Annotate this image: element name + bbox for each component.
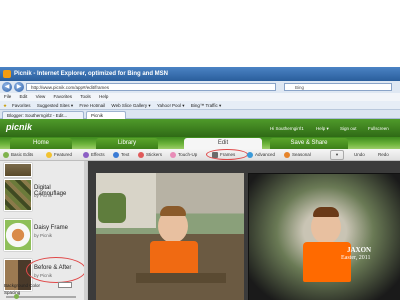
favorites-button[interactable]: Favorites [12,103,31,108]
shrub [98,193,126,223]
window-titlebar: Picnik - Internet Explorer, optimized fo… [0,67,400,81]
basic-edits-icon [3,151,9,158]
tool-touch-up[interactable]: Touch-Up [170,150,197,160]
child-hair [313,207,339,217]
tab-picnik[interactable]: Picnik [86,111,126,119]
after-caption-name: JAXON [347,246,372,254]
menu-favorites[interactable]: Favorites [54,94,73,99]
frame-author: by Picnik [34,193,53,198]
frame-thumbnail [4,163,32,177]
back-button[interactable]: ◀ [2,82,12,92]
tab-edit[interactable]: Edit [184,138,262,149]
favorites-bar: ★ Favorites Suggested Sites ▾ Free Hotmai… [0,101,400,110]
list-item[interactable]: Digital Camouflage by Picnik [4,179,84,215]
browser-window: Picnik - Internet Explorer, optimized fo… [0,67,400,300]
help-menu[interactable]: Help ▾ [316,126,329,132]
tool-featured[interactable]: Featured [46,150,72,160]
edit-toolbar: Basic Edits Featured Effects Text Sticke… [0,149,400,161]
tab-library[interactable]: Library [96,138,158,149]
panel-scrollbar[interactable] [84,161,87,300]
menu-tools[interactable]: Tools [80,94,91,99]
child-hair [160,206,186,216]
effects-icon [83,151,89,158]
stickers-icon [138,151,144,158]
chevron-down-icon: ▾ [335,152,339,157]
frame-author: by Picnik [34,233,53,238]
tool-stickers[interactable]: Stickers [138,150,162,160]
frame-thumbnail [4,219,32,251]
undo-button[interactable]: Undo [354,150,365,160]
menu-bar: File Edit View Favorites Tools Help [0,93,400,101]
fav-yahoo-pool[interactable]: Yahoo! Pool ▾ [157,103,185,108]
search-box[interactable]: Bing [284,83,392,91]
fav-suggested-sites[interactable]: Suggested Sites ▾ [37,103,73,108]
star-icon: ★ [3,103,8,108]
address-bar[interactable]: http://www.picnik.com/app#/edit/frames [26,83,276,91]
fav-free-hotmail[interactable]: Free Hotmail [79,103,105,108]
forward-button[interactable]: ▶ [14,82,24,92]
tab-save-share[interactable]: Save & Share [270,138,348,149]
before-photo[interactable] [96,173,244,300]
tab-blogger[interactable]: Blogger: Southerngirl2 - Edit... [2,111,84,119]
tool-text[interactable]: Text [113,150,129,160]
after-photo[interactable]: JAXON Easter, 2011 [248,173,400,300]
advanced-icon [247,151,253,158]
wagon [136,273,226,283]
redo-button[interactable]: Redo [378,150,389,160]
picnik-app-icon [3,70,11,78]
frame-thumbnail [4,179,32,211]
tool-advanced[interactable]: Advanced [247,150,275,160]
after-caption-date: Easter, 2011 [341,255,371,261]
tool-seasonal[interactable]: Seasonal [284,150,311,160]
frames-annotation-circle [206,149,248,160]
list-item[interactable] [4,163,84,177]
before-after-annotation-circle [26,257,86,283]
frame-name: Daisy Frame [34,225,69,231]
background-color-label: Background Color [4,283,41,288]
tab-home[interactable]: Home [10,138,72,149]
fullscreen-link[interactable]: Fullscreen [368,126,389,131]
spacing-slider-handle[interactable] [14,294,19,299]
featured-icon [46,151,52,158]
list-item[interactable]: Daisy Frame by Picnik [4,219,84,255]
browser-tab-row: Blogger: Southerngirl2 - Edit... Picnik [0,110,400,119]
touch-up-icon [170,151,176,158]
picnik-logo: picnik [6,122,33,132]
picnik-header: picnik Hi Southerngirrl1 Help ▾ Sign out… [0,119,400,137]
fav-web-slice-gallery[interactable]: Web Slice Gallery ▾ [111,103,150,108]
frames-panel: Digital Camouflage by Picnik Daisy Frame… [0,161,88,300]
child-shirt [303,242,351,282]
background-color-swatch[interactable] [58,282,72,288]
menu-edit[interactable]: Edit [20,94,28,99]
seasonal-icon [284,151,290,158]
account-greeting: Hi Southerngirrl1 [270,126,304,131]
text-icon [113,151,119,158]
fav-bing-traffic[interactable]: Bing™ Traffic ▾ [191,103,221,108]
menu-file[interactable]: File [4,94,11,99]
tool-basic-edits[interactable]: Basic Edits [3,150,33,160]
photo-canvas: JAXON Easter, 2011 [88,161,400,300]
menu-help[interactable]: Help [99,94,108,99]
window-title: Picnik - Internet Explorer, optimized fo… [14,71,169,77]
menu-view[interactable]: View [36,94,46,99]
sign-out-link[interactable]: Sign out [340,126,357,131]
tool-effects[interactable]: Effects [83,150,105,160]
address-row: ◀ ▶ http://www.picnik.com/app#/edit/fram… [0,81,400,93]
view-options-dropdown[interactable]: ▾ [330,150,344,160]
